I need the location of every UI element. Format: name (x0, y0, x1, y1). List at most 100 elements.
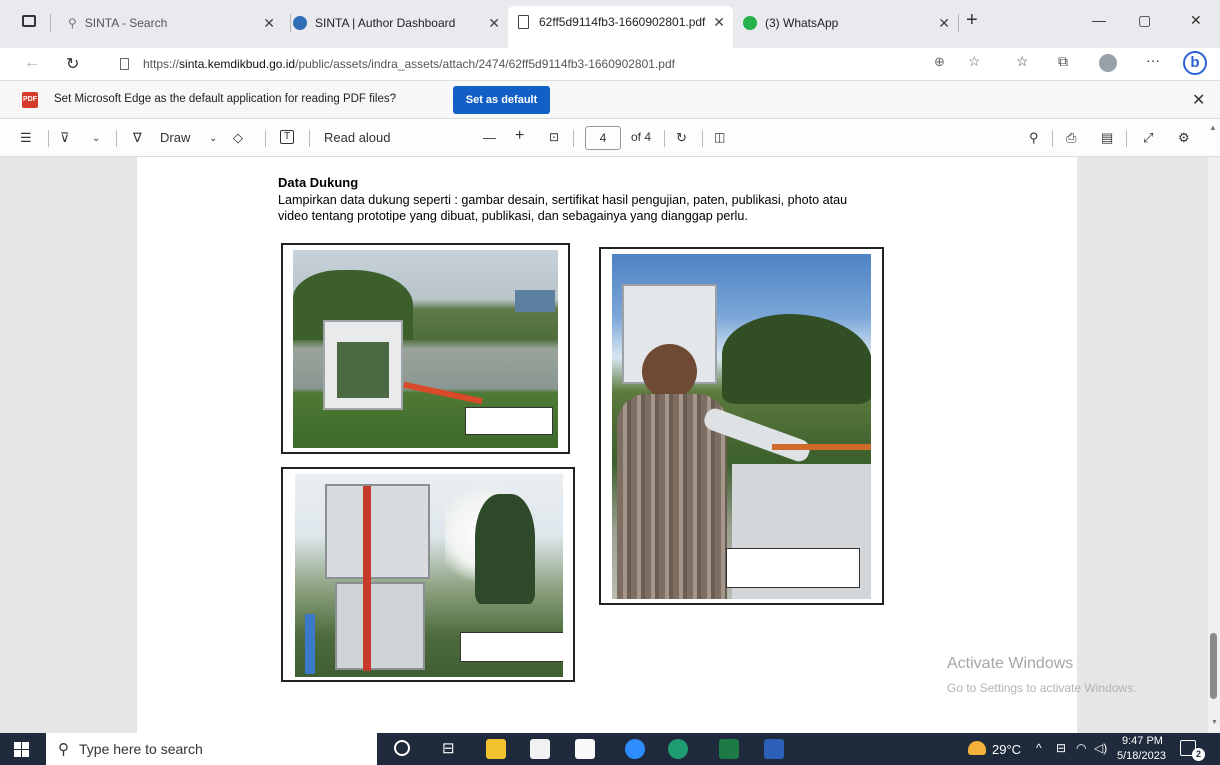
close-icon[interactable]: ✕ (1192, 90, 1205, 110)
weather-icon[interactable] (968, 741, 986, 755)
page-count: of 4 (631, 130, 652, 144)
back-icon[interactable]: ← (24, 54, 40, 72)
page-view-icon[interactable]: ◫ (714, 130, 725, 144)
refresh-icon[interactable]: ↻ (66, 54, 79, 74)
whatsapp-icon (743, 16, 757, 30)
taskbar-search[interactable]: ⚲ Type here to search (46, 733, 377, 765)
close-icon[interactable]: ✕ (938, 15, 950, 32)
set-as-default-button[interactable]: Set as default (453, 86, 550, 114)
water-tanks-photo (295, 474, 563, 677)
tab-title: (3) WhatsApp (765, 16, 839, 30)
contents-icon[interactable]: ☰ (20, 130, 32, 146)
clock-time[interactable]: 9:47 PM (1122, 735, 1163, 747)
store-icon[interactable] (530, 739, 550, 759)
draw-button[interactable]: Draw (160, 130, 190, 145)
favorites-icon[interactable]: ☆ (1016, 53, 1029, 70)
close-icon[interactable]: ✕ (488, 15, 500, 32)
fit-width-icon[interactable]: ⊡ (549, 130, 559, 144)
pdf-page: Data Dukung Lampirkan data dukung sepert… (137, 157, 1077, 733)
redacted-box (460, 632, 563, 662)
pdf-toolbar: ☰ ⊽ ⌄ ∇ Draw ⌄ ◇ T Read aloud — + ⊡ 4 of… (0, 119, 1220, 157)
pdf-viewer[interactable]: Data Dukung Lampirkan data dukung sepert… (0, 157, 1220, 733)
zoom-out-icon[interactable]: — (483, 130, 496, 145)
activate-windows-title: Activate Windows (947, 655, 1074, 672)
cortana-icon[interactable] (394, 740, 410, 756)
photo-frame (599, 247, 884, 605)
redacted-box (726, 548, 860, 588)
profile-avatar[interactable] (1099, 54, 1117, 72)
pdf-icon: PDF (22, 92, 38, 108)
favorite-add-icon[interactable]: ☆ (968, 53, 981, 70)
settings-gear-icon[interactable]: ⚙ (1178, 130, 1190, 146)
task-view-icon[interactable]: ⊟ (442, 739, 455, 757)
windows-start-icon[interactable] (14, 742, 29, 757)
close-icon[interactable]: ✕ (263, 15, 275, 32)
pipe-demo-photo (612, 254, 871, 599)
restore-button[interactable]: ▢ (1138, 12, 1151, 29)
tab-actions-icon[interactable] (22, 15, 36, 27)
search-icon[interactable]: ⚲ (1029, 130, 1039, 146)
close-icon[interactable]: ✕ (713, 14, 725, 31)
temperature[interactable]: 29°C (992, 742, 1021, 757)
search-icon: ⚲ (68, 16, 77, 30)
zoom-icon[interactable] (625, 739, 645, 759)
notice-text: Set Microsoft Edge as the default applic… (54, 93, 396, 105)
chevron-down-icon[interactable]: ⌄ (209, 133, 217, 144)
photo-frame (281, 243, 570, 454)
clock-date[interactable]: 5/18/2023 (1117, 750, 1166, 762)
network-icon[interactable]: ⊟ (1056, 741, 1066, 755)
fullscreen-icon[interactable]: ⤢ (1143, 130, 1153, 146)
rotate-icon[interactable]: ↻ (676, 130, 687, 146)
scroll-down-icon[interactable]: ▼ (1211, 719, 1218, 726)
tab-title: 62ff5d9114fb3-1660902801.pdf (539, 15, 706, 29)
minimize-button[interactable]: — (1092, 12, 1106, 28)
text-icon[interactable]: T (280, 130, 294, 144)
photo-frame (281, 467, 575, 682)
word-icon[interactable] (764, 739, 784, 759)
document-icon (518, 15, 529, 29)
print-icon[interactable]: ⎙ (1066, 130, 1076, 146)
mail-icon[interactable] (575, 739, 595, 759)
scrollbar-thumb[interactable] (1210, 633, 1217, 699)
chevron-down-icon[interactable]: ⌄ (92, 133, 100, 144)
zoom-in-icon[interactable]: + (515, 127, 524, 145)
url-domain: sinta.kemdikbud.go.id (179, 57, 296, 71)
volume-icon[interactable]: ◁) (1094, 741, 1107, 755)
draw-icon[interactable]: ∇ (133, 130, 142, 146)
chevron-up-icon[interactable]: ^ (1036, 741, 1042, 755)
zoom-icon[interactable]: ⊕ (934, 54, 945, 70)
document-icon (120, 58, 129, 70)
save-icon[interactable]: ▤ (1101, 130, 1113, 146)
tab-bar: ⚲ SINTA - Search ✕ SINTA | Author Dashbo… (0, 0, 1220, 48)
tab-sinta-search[interactable]: ⚲ SINTA - Search ✕ (58, 8, 283, 38)
read-aloud-button[interactable]: Read aloud (324, 130, 391, 145)
highlight-icon[interactable]: ⊽ (60, 130, 70, 146)
eraser-icon[interactable]: ◇ (233, 130, 243, 146)
taskbar: ⚲ Type here to search ⊟ 29°C ^ ⊟ ◠ ◁) 9:… (0, 733, 1220, 765)
edge-icon[interactable] (668, 739, 688, 759)
notification-badge: 2 (1192, 748, 1205, 761)
tab-whatsapp[interactable]: (3) WhatsApp ✕ (733, 8, 958, 38)
body-text-line: Lampirkan data dukung seperti : gambar d… (278, 193, 848, 207)
file-explorer-icon[interactable] (486, 739, 506, 759)
vertical-scrollbar[interactable]: ▼ (1208, 157, 1220, 733)
close-window-button[interactable]: ✕ (1190, 12, 1202, 29)
url-field[interactable]: https://sinta.kemdikbud.go.id/public/ass… (108, 51, 970, 77)
tab-title: SINTA | Author Dashboard (315, 16, 456, 30)
wifi-icon[interactable]: ◠ (1076, 741, 1086, 755)
default-pdf-notice: PDF Set Microsoft Edge as the default ap… (0, 80, 1220, 119)
redacted-box (465, 407, 553, 435)
scroll-up-icon[interactable]: ▲ (1209, 123, 1217, 132)
search-icon: ⚲ (58, 741, 69, 758)
bing-icon[interactable]: b (1183, 51, 1207, 75)
more-menu-icon[interactable]: ··· (1146, 52, 1160, 68)
new-tab-button[interactable]: + (966, 9, 978, 32)
collections-icon[interactable]: ⧉ (1058, 53, 1068, 70)
tab-pdf[interactable]: 62ff5d9114fb3-1660902801.pdf ✕ (508, 6, 733, 48)
pond-photo (293, 250, 558, 448)
tab-author-dashboard[interactable]: SINTA | Author Dashboard ✕ (283, 8, 508, 38)
activate-windows-subtitle[interactable]: Go to Settings to activate Windows. (947, 681, 1136, 695)
page-number-input[interactable]: 4 (585, 126, 621, 150)
search-placeholder: Type here to search (79, 741, 203, 757)
excel-icon[interactable] (719, 739, 739, 759)
